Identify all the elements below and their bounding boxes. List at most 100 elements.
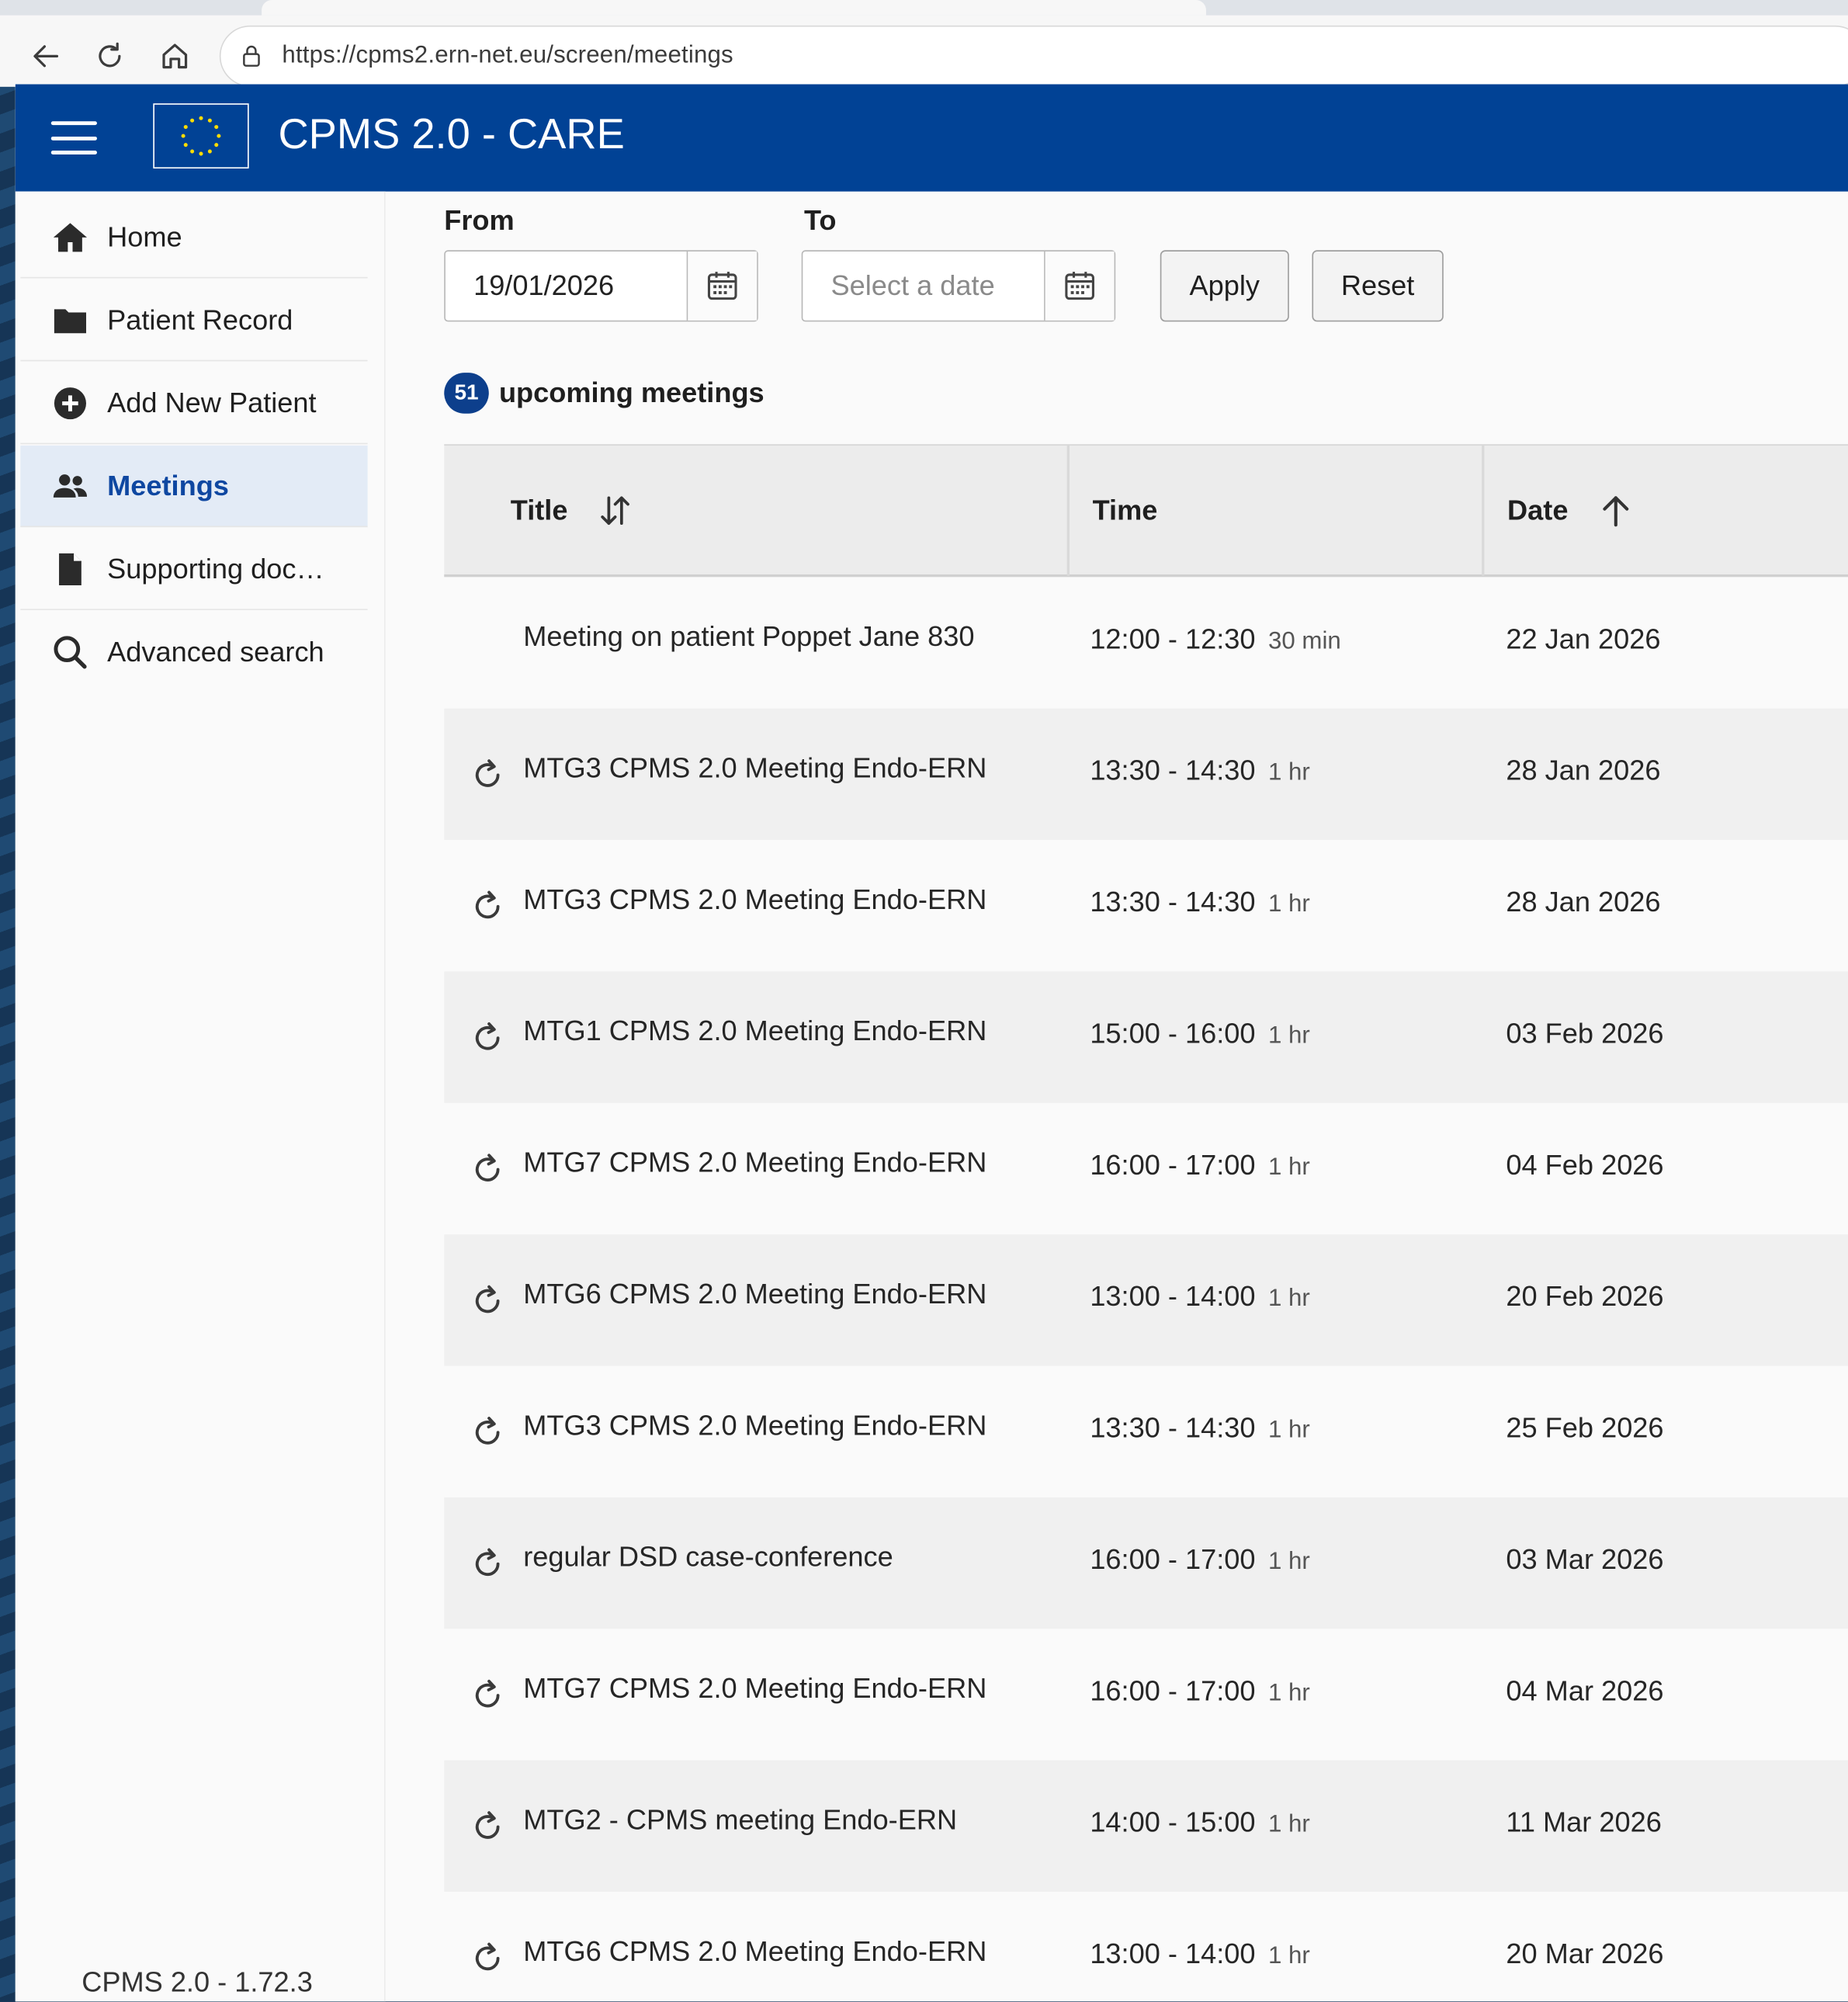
meeting-title[interactable]: Meeting on patient Poppet Jane 830 <box>523 620 974 654</box>
sidebar-item-home[interactable]: Home <box>20 196 368 279</box>
meeting-date: 03 Feb 2026 <box>1506 1017 1664 1050</box>
table-row[interactable]: MTG6 CPMS 2.0 Meeting Endo-ERN 13:00 - 1… <box>444 1892 1848 2001</box>
to-label: To <box>803 204 837 237</box>
lock-icon <box>243 45 260 67</box>
table-row[interactable]: Meeting on patient Poppet Jane 830 12:00… <box>444 577 1848 708</box>
sidebar-item-patient-record[interactable]: Patient Record <box>20 279 368 362</box>
meeting-date: 04 Feb 2026 <box>1506 1148 1664 1181</box>
table-row[interactable]: regular DSD case-conference 16:00 - 17:0… <box>444 1497 1848 1629</box>
from-date-input[interactable]: 19/01/2026 <box>446 251 688 321</box>
sidebar-item-advanced-search[interactable]: Advanced search <box>20 612 367 693</box>
sidebar-item-add-new-patient[interactable]: Add New Patient <box>20 363 368 445</box>
app-version: CPMS 2.0 - 1.72.3 <box>81 1966 313 1998</box>
table-row[interactable]: MTG6 CPMS 2.0 Meeting Endo-ERN 13:00 - 1… <box>444 1234 1848 1366</box>
sidebar-item-label: Supporting doc… <box>107 552 324 585</box>
meetings-panel: From 19/01/2026 To Select a date Apply R… <box>388 192 1848 2002</box>
from-calendar-button[interactable] <box>688 251 758 321</box>
column-header-title[interactable]: Title <box>511 446 634 576</box>
meeting-duration: 1 hr <box>1267 1942 1310 1970</box>
home-browser-button[interactable] <box>152 33 198 79</box>
from-date-field[interactable]: 19/01/2026 <box>444 250 758 322</box>
meeting-time: 16:00 - 17:00 1 hr <box>1090 1543 1310 1577</box>
app-title: CPMS 2.0 - CARE <box>278 109 625 158</box>
meeting-title[interactable]: MTG2 - CPMS meeting Endo-ERN <box>523 1804 957 1837</box>
meeting-duration: 1 hr <box>1267 1154 1310 1181</box>
meeting-time-range: 13:30 - 14:30 <box>1090 754 1256 786</box>
meeting-date: 04 Mar 2026 <box>1506 1674 1664 1707</box>
meeting-date: 25 Feb 2026 <box>1506 1411 1664 1444</box>
calendar-icon <box>707 272 737 300</box>
meeting-time: 13:30 - 14:30 1 hr <box>1090 1412 1310 1445</box>
recurring-icon <box>470 1674 505 1712</box>
meeting-time-range: 14:00 - 15:00 <box>1090 1806 1256 1838</box>
browser-toolbar: https://cpms2.ern-net.eu/screen/meetings <box>0 0 1848 87</box>
meeting-title[interactable]: MTG6 CPMS 2.0 Meeting Endo-ERN <box>523 1278 986 1311</box>
table-header: Title Time Date <box>444 444 1848 578</box>
meeting-time: 15:00 - 16:00 1 hr <box>1090 1018 1310 1051</box>
meeting-title[interactable]: regular DSD case-conference <box>523 1541 893 1574</box>
recurring-icon <box>470 1018 505 1056</box>
meeting-title[interactable]: MTG1 CPMS 2.0 Meeting Endo-ERN <box>523 1015 986 1048</box>
recurring-icon <box>470 1149 505 1187</box>
table-row[interactable]: MTG7 CPMS 2.0 Meeting Endo-ERN 16:00 - 1… <box>444 1629 1848 1760</box>
meeting-title[interactable]: MTG7 CPMS 2.0 Meeting Endo-ERN <box>523 1672 986 1705</box>
home-icon <box>48 215 92 258</box>
meeting-title[interactable]: MTG3 CPMS 2.0 Meeting Endo-ERN <box>523 752 986 786</box>
sidebar-item-meetings[interactable]: Meetings <box>20 445 368 528</box>
column-header-date[interactable]: Date <box>1507 446 1635 576</box>
active-tab[interactable] <box>262 0 1206 16</box>
address-bar[interactable]: https://cpms2.ern-net.eu/screen/meetings <box>219 25 1848 87</box>
meeting-time-range: 16:00 - 17:00 <box>1090 1674 1256 1707</box>
meeting-time-range: 13:30 - 14:30 <box>1090 886 1256 918</box>
meeting-date: 20 Mar 2026 <box>1506 1938 1664 1970</box>
meeting-title[interactable]: MTG7 CPMS 2.0 Meeting Endo-ERN <box>523 1147 986 1180</box>
recurring-icon <box>470 886 505 924</box>
meeting-duration: 1 hr <box>1267 1285 1310 1313</box>
to-calendar-button[interactable] <box>1045 251 1115 321</box>
meeting-date: 20 Feb 2026 <box>1506 1280 1664 1313</box>
meeting-time-range: 16:00 - 17:00 <box>1090 1148 1256 1181</box>
plus-circle-icon <box>48 381 92 425</box>
sidebar-item-label: Advanced search <box>107 635 324 668</box>
reload-button[interactable] <box>87 33 133 79</box>
meeting-title[interactable]: MTG3 CPMS 2.0 Meeting Endo-ERN <box>523 883 986 917</box>
to-date-field[interactable]: Select a date <box>801 250 1116 322</box>
eu-flag-logo <box>153 103 249 169</box>
table-row[interactable]: MTG7 CPMS 2.0 Meeting Endo-ERN 16:00 - 1… <box>444 1103 1848 1234</box>
meeting-duration: 1 hr <box>1267 1022 1310 1050</box>
reset-button[interactable]: Reset <box>1312 250 1444 322</box>
meeting-date: 28 Jan 2026 <box>1506 886 1661 918</box>
meeting-time: 13:30 - 14:30 1 hr <box>1090 755 1310 788</box>
home-outline-icon <box>162 43 188 69</box>
column-divider <box>1066 445 1070 576</box>
folder-icon <box>48 298 92 342</box>
column-header-label: Title <box>510 494 568 526</box>
table-row[interactable]: MTG1 CPMS 2.0 Meeting Endo-ERN 15:00 - 1… <box>444 971 1848 1103</box>
calendar-icon <box>1065 272 1094 300</box>
meeting-time: 13:30 - 14:30 1 hr <box>1090 886 1310 919</box>
back-button[interactable] <box>23 33 69 79</box>
meeting-title[interactable]: MTG6 CPMS 2.0 Meeting Endo-ERN <box>523 1935 986 1969</box>
sidebar-item-supporting-documents[interactable]: Supporting doc… <box>20 529 368 611</box>
recurring-icon <box>470 1938 505 1976</box>
table-row[interactable]: MTG3 CPMS 2.0 Meeting Endo-ERN 13:30 - 1… <box>444 840 1848 971</box>
recurring-icon <box>470 1280 505 1318</box>
table-row[interactable]: MTG3 CPMS 2.0 Meeting Endo-ERN 13:30 - 1… <box>444 1366 1848 1497</box>
meeting-date: 11 Mar 2026 <box>1506 1806 1662 1838</box>
url-text[interactable]: https://cpms2.ern-net.eu/screen/meetings <box>282 42 733 70</box>
meetings-table: Title Time Date Meeting on patient Poppe… <box>444 444 1848 2001</box>
meeting-duration: 1 hr <box>1267 1680 1310 1707</box>
column-header-time: Time <box>1093 446 1158 576</box>
apply-button[interactable]: Apply <box>1160 250 1289 322</box>
to-date-input[interactable]: Select a date <box>803 251 1045 321</box>
meetings-count-badge: 51 <box>444 373 489 414</box>
search-icon <box>48 630 92 674</box>
sidebar-item-label: Meetings <box>107 469 229 501</box>
menu-icon[interactable] <box>50 121 97 154</box>
recurring-icon <box>470 755 505 793</box>
table-row[interactable]: MTG3 CPMS 2.0 Meeting Endo-ERN 13:30 - 1… <box>444 708 1848 841</box>
meeting-duration: 1 hr <box>1267 1548 1310 1576</box>
table-row[interactable]: MTG2 - CPMS meeting Endo-ERN 14:00 - 15:… <box>444 1760 1848 1893</box>
meeting-title[interactable]: MTG3 CPMS 2.0 Meeting Endo-ERN <box>523 1409 986 1442</box>
recurring-icon <box>470 1412 505 1450</box>
